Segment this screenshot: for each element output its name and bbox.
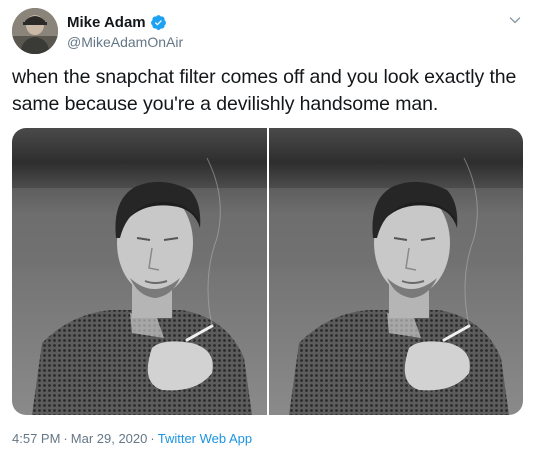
tweet-text: when the snapchat filter comes off and y… bbox=[12, 66, 517, 115]
avatar[interactable] bbox=[12, 8, 58, 54]
tweet-media bbox=[12, 128, 523, 415]
display-name[interactable]: Mike Adam bbox=[67, 13, 146, 32]
tweet-photo-2[interactable] bbox=[268, 128, 523, 415]
tweet-time[interactable]: 4:57 PM bbox=[12, 431, 60, 446]
tweet-date[interactable]: Mar 29, 2020 bbox=[71, 431, 148, 446]
avatar-image bbox=[12, 8, 58, 54]
tweet-metadata: 4:57 PM · Mar 29, 2020 · Twitter Web App bbox=[12, 431, 252, 447]
handle[interactable]: @MikeAdamOnAir bbox=[67, 33, 183, 51]
tweet-source-link[interactable]: Twitter Web App bbox=[158, 431, 252, 446]
tweet-header: Mike Adam @MikeAdamOnAir bbox=[12, 8, 523, 58]
author-names: Mike Adam @MikeAdamOnAir bbox=[67, 13, 183, 51]
meta-separator: · bbox=[150, 431, 155, 446]
tweet-photo-1[interactable] bbox=[12, 128, 267, 415]
name-row: Mike Adam bbox=[67, 13, 183, 32]
photo-icon bbox=[12, 128, 267, 415]
verified-badge-icon bbox=[150, 14, 167, 31]
meta-separator: · bbox=[63, 431, 68, 446]
tweet-card: Mike Adam @MikeAdamOnAir when the snapch… bbox=[0, 0, 535, 457]
chevron-down-icon[interactable] bbox=[507, 12, 523, 28]
photo-icon bbox=[268, 128, 523, 415]
